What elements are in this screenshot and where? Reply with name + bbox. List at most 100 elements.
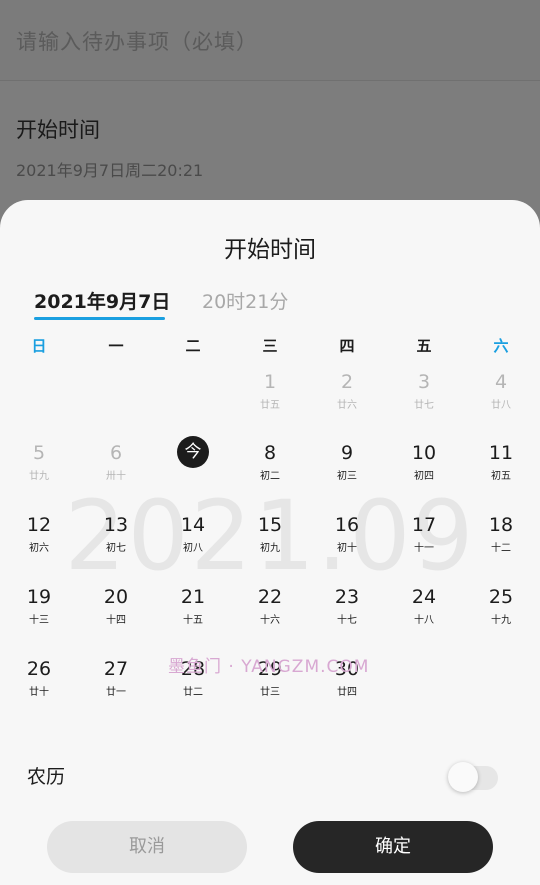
tab-date-indicator — [34, 317, 165, 320]
day-cell[interactable]: 13 初七 — [78, 513, 154, 573]
weekday-fri: 五 — [416, 337, 432, 355]
day-cell[interactable]: 4 廿八 — [463, 370, 539, 430]
day-cell[interactable]: 25 十九 — [463, 585, 539, 645]
lunar-date: 十三 — [29, 615, 49, 626]
day-cell[interactable]: 21 十五 — [155, 585, 231, 645]
lunar-date: 廿一 — [106, 687, 126, 698]
day-cell[interactable]: 3 廿七 — [386, 370, 462, 430]
day-cell[interactable]: 18 十二 — [463, 513, 539, 573]
lunar-date: 初七 — [106, 543, 126, 554]
day-number: 26 — [26, 658, 52, 680]
day-cell[interactable]: 1 廿五 — [232, 370, 308, 430]
day-number: 1 — [263, 371, 277, 393]
start-time-value: 2021年9月7日周二20:21 — [16, 161, 204, 180]
day-number: 9 — [340, 442, 354, 464]
day-number: 27 — [103, 658, 129, 680]
day-number: 14 — [180, 514, 206, 536]
lunar-date: 廿三 — [260, 687, 280, 698]
day-cell[interactable]: 22 十六 — [232, 585, 308, 645]
tab-date[interactable]: 2021年9月7日 — [34, 287, 170, 314]
day-number: 12 — [26, 514, 52, 536]
day-cell[interactable]: 9 初三 — [309, 441, 385, 501]
day-cell[interactable]: 26 廿十 — [1, 657, 77, 717]
lunar-date: 初八 — [183, 543, 203, 554]
lunar-date: 初三 — [337, 471, 357, 482]
lunar-toggle[interactable] — [448, 762, 498, 792]
start-time-label: 开始时间 — [16, 118, 100, 142]
day-cell-today[interactable]: 今 — [155, 436, 231, 501]
lunar-label: 农历 — [27, 766, 66, 788]
weekday-tue: 二 — [185, 337, 201, 355]
lunar-date: 初六 — [29, 543, 49, 554]
day-number: 21 — [180, 586, 206, 608]
weekday-wed: 三 — [262, 337, 278, 355]
day-number: 4 — [494, 371, 508, 393]
lunar-date: 初二 — [260, 471, 280, 482]
day-cell[interactable]: 14 初八 — [155, 513, 231, 573]
lunar-date: 十二 — [491, 543, 511, 554]
lunar-date: 十一 — [414, 543, 434, 554]
picker-title: 开始时间 — [224, 237, 316, 263]
day-number: 8 — [263, 442, 277, 464]
day-cell[interactable]: 10 初四 — [386, 441, 462, 501]
weekday-thu: 四 — [339, 337, 355, 355]
lunar-date: 十九 — [491, 615, 511, 626]
lunar-date: 廿七 — [414, 400, 434, 411]
lunar-date: 初九 — [260, 543, 280, 554]
todo-input-row[interactable]: 请输入待办事项（必填） — [0, 0, 540, 81]
weekday-sat: 六 — [493, 337, 509, 355]
lunar-date: 廿六 — [337, 400, 357, 411]
day-number: 16 — [334, 514, 360, 536]
lunar-date: 十六 — [260, 615, 280, 626]
day-number: 3 — [417, 371, 431, 393]
weekday-sun: 日 — [31, 337, 47, 355]
day-number: 25 — [488, 586, 514, 608]
lunar-date: 初十 — [337, 543, 357, 554]
lunar-date: 廿八 — [491, 400, 511, 411]
tab-time[interactable]: 20时21分 — [202, 287, 288, 314]
day-cell[interactable]: 6 卅十 — [78, 441, 154, 501]
day-number: 6 — [109, 442, 123, 464]
todo-input[interactable]: 请输入待办事项（必填） — [16, 26, 258, 56]
lunar-date: 廿十 — [29, 687, 49, 698]
day-number: 2 — [340, 371, 354, 393]
date-picker-sheet: 开始时间 2021年9月7日 20时21分 日 一 二 三 四 五 六 2021… — [0, 200, 540, 885]
lunar-date: 廿九 — [29, 471, 49, 482]
day-cell[interactable]: 8 初二 — [232, 441, 308, 501]
day-number: 22 — [257, 586, 283, 608]
day-number: 今 — [177, 436, 209, 468]
lunar-date: 初四 — [414, 471, 434, 482]
day-cell[interactable]: 12 初六 — [1, 513, 77, 573]
lunar-date: 初五 — [491, 471, 511, 482]
day-number: 17 — [411, 514, 437, 536]
day-cell[interactable]: 19 十三 — [1, 585, 77, 645]
day-cell[interactable]: 27 廿一 — [78, 657, 154, 717]
lunar-date: 廿五 — [260, 400, 280, 411]
lunar-date: 十四 — [106, 615, 126, 626]
lunar-date: 廿四 — [337, 687, 357, 698]
day-number: 13 — [103, 514, 129, 536]
lunar-date: 十七 — [337, 615, 357, 626]
confirm-button[interactable]: 确定 — [293, 821, 493, 873]
day-number: 20 — [103, 586, 129, 608]
day-cell[interactable]: 24 十八 — [386, 585, 462, 645]
day-number: 15 — [257, 514, 283, 536]
lunar-date: 十八 — [414, 615, 434, 626]
day-number: 5 — [32, 442, 46, 464]
day-cell[interactable]: 15 初九 — [232, 513, 308, 573]
day-number: 23 — [334, 586, 360, 608]
day-cell[interactable]: 23 十七 — [309, 585, 385, 645]
day-cell[interactable]: 5 廿九 — [1, 441, 77, 501]
cancel-button[interactable]: 取消 — [47, 821, 247, 873]
day-number: 18 — [488, 514, 514, 536]
toggle-knob — [448, 762, 478, 792]
weekday-mon: 一 — [108, 337, 124, 355]
day-cell[interactable]: 11 初五 — [463, 441, 539, 501]
day-cell[interactable]: 20 十四 — [78, 585, 154, 645]
day-cell[interactable]: 16 初十 — [309, 513, 385, 573]
day-cell[interactable]: 2 廿六 — [309, 370, 385, 430]
lunar-date: 廿二 — [183, 687, 203, 698]
day-number: 19 — [26, 586, 52, 608]
day-cell[interactable]: 17 十一 — [386, 513, 462, 573]
lunar-date: 十五 — [183, 615, 203, 626]
